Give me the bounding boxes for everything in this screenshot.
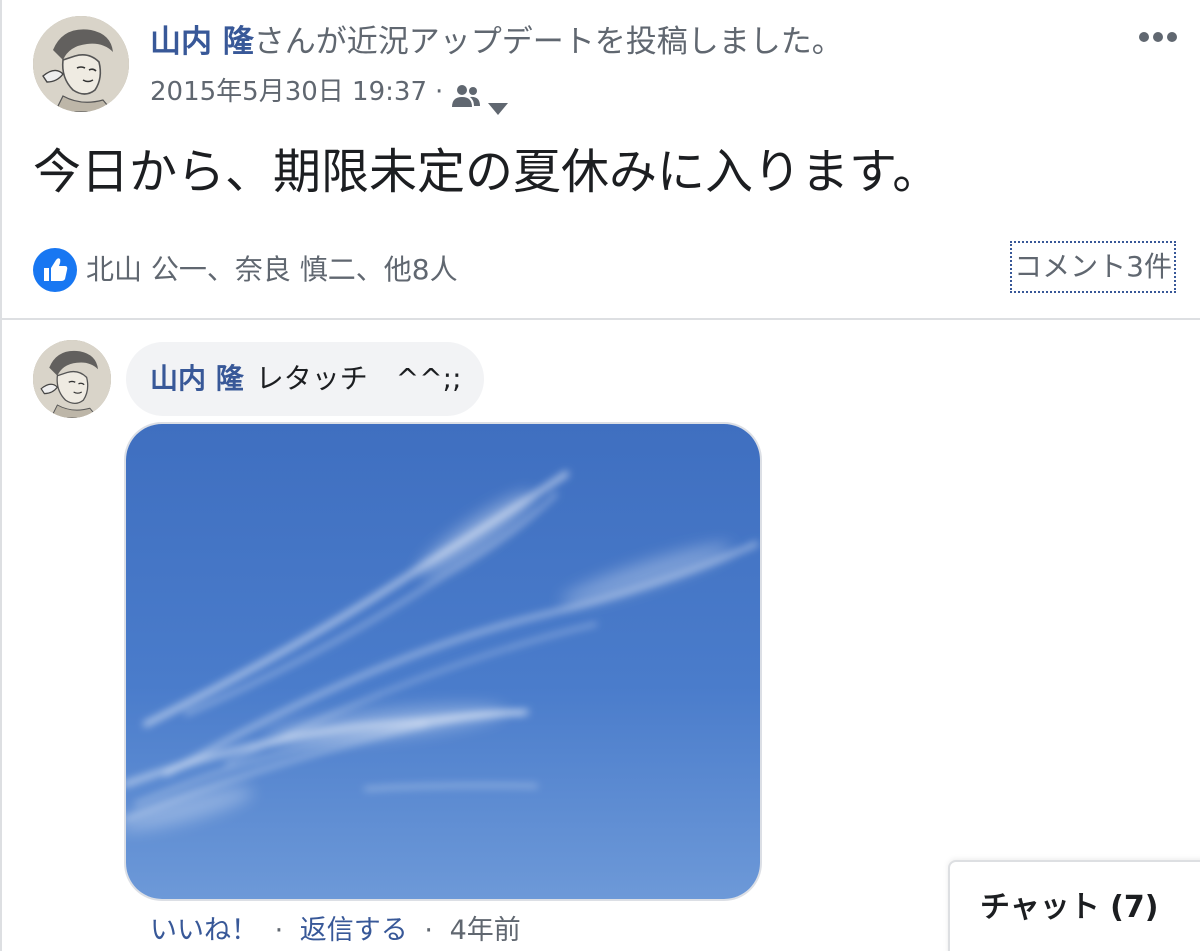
sky-photo [126, 424, 760, 899]
comment-author-link[interactable]: 山内 隆 [150, 362, 244, 395]
action-separator: · [424, 915, 433, 946]
divider [2, 318, 1200, 320]
comment-like-link[interactable]: いいね！ [150, 915, 258, 946]
more-dots-icon [1139, 32, 1177, 42]
friends-icon[interactable] [451, 81, 481, 107]
author-avatar[interactable] [33, 16, 129, 112]
post-timestamp[interactable]: 2015年5月30日 19:37 [150, 72, 427, 112]
meta-separator: · [435, 77, 444, 107]
comment-age[interactable]: 4年前 [450, 915, 521, 946]
action-separator: · [274, 915, 284, 946]
avatar-sketch-icon [33, 16, 129, 112]
reaction-names[interactable]: 北山 公一、奈良 慎二、他8人 [86, 248, 458, 292]
comment-photo[interactable] [126, 424, 760, 899]
chat-tab[interactable]: チャット (7) [948, 860, 1200, 951]
post-body-text: 今日から、期限未定の夏休みに入ります。 [33, 144, 941, 200]
post-author-link[interactable]: 山内 隆 [150, 24, 254, 60]
comment-author-avatar[interactable] [33, 340, 111, 418]
chat-label: チャット (7) [980, 890, 1159, 925]
post-header: 山内 隆さんが近況アップデートを投稿しました。 [150, 20, 843, 64]
comment-text: レタッチ ^^;; [255, 362, 462, 395]
post-meta: 2015年5月30日 19:37 · [150, 72, 509, 115]
post-page: 山内 隆さんが近況アップデートを投稿しました。 2015年5月30日 19:37… [0, 0, 1200, 951]
comment-actions: いいね！ · 返信する · 4年前 [150, 910, 521, 951]
comment-reply-link[interactable]: 返信する [300, 915, 408, 946]
comment-count-link[interactable]: コメント3件 [1010, 241, 1176, 293]
avatar-sketch-icon [33, 340, 111, 418]
like-icon[interactable] [33, 248, 77, 292]
comment-bubble: 山内 隆レタッチ ^^;; [126, 342, 484, 416]
chevron-down-icon[interactable] [487, 88, 509, 115]
post-action-text: さんが近況アップデートを投稿しました。 [253, 24, 843, 60]
more-options-button[interactable] [1138, 28, 1178, 46]
